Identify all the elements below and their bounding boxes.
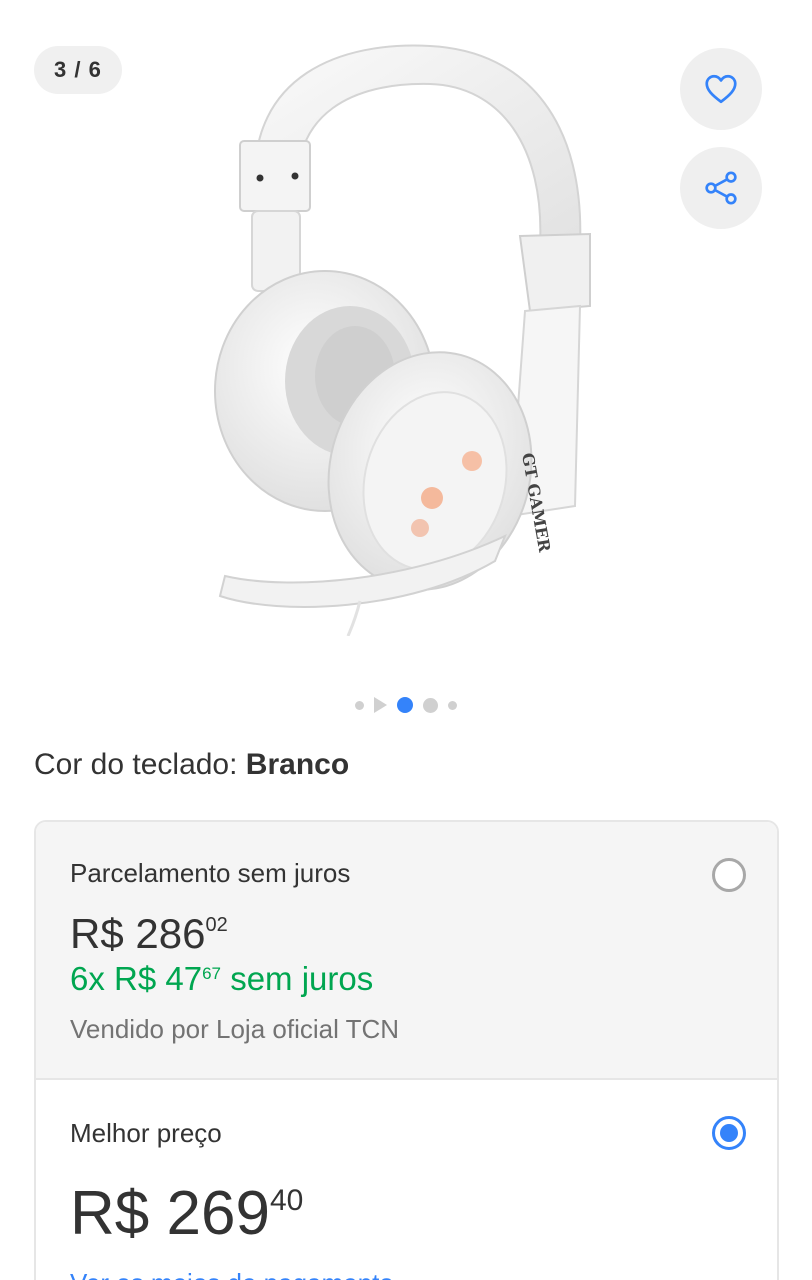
offer-title: Parcelamento sem juros xyxy=(70,858,351,888)
offer-options: Parcelamento sem juros R$ 28602 6x R$ 47… xyxy=(34,820,779,1280)
offer-price: R$ 26940 xyxy=(70,1179,304,1248)
share-icon xyxy=(705,171,737,205)
offer-radio[interactable] xyxy=(712,858,746,892)
carousel-dots[interactable] xyxy=(0,694,812,716)
heart-icon xyxy=(705,74,737,104)
carousel-dot[interactable] xyxy=(423,697,438,713)
carousel-play-icon[interactable] xyxy=(374,697,387,713)
variation-value: Branco xyxy=(245,748,350,781)
offer-radio-selected[interactable] xyxy=(712,1116,746,1150)
payment-methods-link[interactable]: Ver os meios de pagamento xyxy=(70,1268,394,1280)
headset-product-image[interactable]: GT GAMER xyxy=(210,36,610,636)
offer-title: Melhor preço xyxy=(70,1118,222,1148)
variation-label: Cor do teclado: xyxy=(34,748,238,781)
variation-selector[interactable]: Cor do teclado: Branco xyxy=(34,748,349,782)
seller-info: Vendido por Loja oficial TCN xyxy=(70,1014,400,1044)
installments-info: 6x R$ 4767 sem juros xyxy=(70,960,374,997)
image-counter: 3 / 6 xyxy=(34,46,122,94)
carousel-dot[interactable] xyxy=(448,700,457,710)
offer-installments[interactable]: Parcelamento sem juros R$ 28602 6x R$ 47… xyxy=(36,822,777,1080)
offer-price: R$ 28602 xyxy=(70,910,228,957)
share-button[interactable] xyxy=(680,147,762,229)
carousel-dot-active[interactable] xyxy=(397,697,413,713)
offer-best-price[interactable]: Melhor preço R$ 26940 Ver os meios de pa… xyxy=(36,1080,777,1280)
carousel-dot[interactable] xyxy=(355,700,364,710)
favorite-button[interactable] xyxy=(680,48,762,130)
product-gallery[interactable]: 3 / 6 GT GAMER xyxy=(0,0,812,730)
